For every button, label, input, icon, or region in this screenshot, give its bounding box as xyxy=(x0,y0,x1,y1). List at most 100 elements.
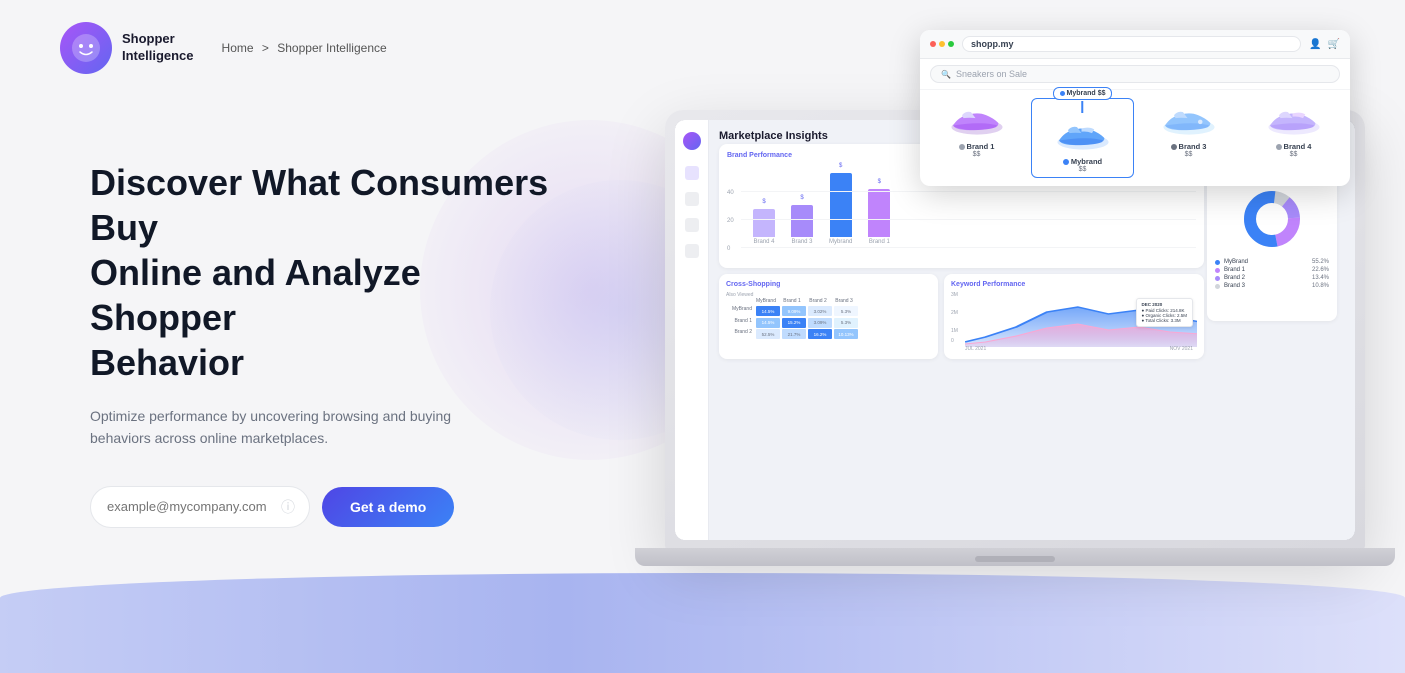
cross-hdr-brand3: Brand 3 xyxy=(832,298,856,304)
browser-search-row: 🔍 Sneakers on Sale xyxy=(920,59,1350,90)
callout-dot xyxy=(1060,91,1065,96)
ms-label-brand1: Brand 1 xyxy=(1224,267,1245,273)
search-icon: 🔍 xyxy=(941,70,951,79)
ms-legend: MyBrand 55.2% Brand 1 22.6% xyxy=(1215,259,1329,289)
cross-cell-b1-mb: 14.5% xyxy=(756,318,780,328)
user-icon: 👤 xyxy=(1309,39,1321,50)
browser-dot-close[interactable] xyxy=(930,41,936,47)
cross-header-row: MyBrand Brand 1 Brand 2 Brand 3 xyxy=(726,298,931,304)
kw-tooltip: DEC 2020 ● Paid Clicks: 214.8K ● Organic… xyxy=(1136,298,1193,327)
sidebar-settings-icon[interactable] xyxy=(685,244,699,258)
get-demo-button[interactable]: Get a demo xyxy=(322,487,454,527)
y-label-0: 0 xyxy=(727,246,730,252)
search-text: Sneakers on Sale xyxy=(956,69,1027,79)
browser-bar: shopp.my 👤 🛒 xyxy=(920,30,1350,59)
cross-lbl-brand1: Brand 1 xyxy=(726,318,752,328)
cross-row-mybrand: MyBrand 14.5% 9.09% 3.02% 5.3% xyxy=(726,306,931,316)
callout-price: $$ xyxy=(1098,90,1106,97)
cross-shopping-title: Cross-Shopping xyxy=(726,281,931,288)
product-card-mybrand: Mybrand $$ Mybrand $$ xyxy=(1031,98,1134,178)
product-label-mybrand: Mybrand xyxy=(1063,157,1102,166)
kw-tooltip-total: ● Total Clicks: 3.3M xyxy=(1142,318,1187,323)
product-dot-brand4 xyxy=(1276,144,1282,150)
cart-icon: 🛒 xyxy=(1328,39,1340,50)
hero-title-line3: Behavior xyxy=(90,342,244,383)
callout-line xyxy=(1082,101,1084,113)
bar-mybrand-label: Mybrand xyxy=(829,239,852,245)
cross-shopping-card: Cross-Shopping Also Viewed MyBrand Brand… xyxy=(719,274,938,359)
browser-dot-max[interactable] xyxy=(948,41,954,47)
bar-brand1-label: Brand 1 xyxy=(869,239,890,245)
grid-line-40 xyxy=(741,191,1196,192)
bar-brand1: $ Brand 1 xyxy=(868,179,890,245)
bar-brand3: $ Brand 3 xyxy=(791,195,813,245)
kw-y-0: 0 xyxy=(951,338,954,344)
product-price-brand1: $$ xyxy=(973,151,981,158)
kw-chart-area: 3M 2M 1M 0 xyxy=(951,292,1197,352)
browser-products: Brand 1 $$ Mybrand $$ Mybrand xyxy=(920,90,1350,186)
product-card-brand4: Brand 4 $$ xyxy=(1243,98,1344,162)
mybrand-callout: Mybrand $$ xyxy=(1053,87,1113,100)
bar-brand1-dollar: $ xyxy=(878,179,881,185)
y-label-40: 40 xyxy=(727,190,734,196)
grid-line-20 xyxy=(741,219,1196,220)
left-content: Discover What Consumers Buy Online and A… xyxy=(90,160,550,528)
cross-cell-b2-mb: 52.5% xyxy=(756,329,780,339)
product-name-brand3: Brand 3 xyxy=(1179,142,1207,151)
cross-hdr-brand2: Brand 2 xyxy=(806,298,830,304)
shoe-brand1 xyxy=(947,102,1007,138)
ms-label-brand2: Brand 2 xyxy=(1224,275,1245,281)
logo-icon xyxy=(60,22,112,74)
bar-brand1-rect xyxy=(868,189,890,237)
bar-brand4: $ Brand 4 xyxy=(753,199,775,245)
grid-line-0 xyxy=(741,247,1196,248)
product-dot-brand1 xyxy=(959,144,965,150)
bottom-cards: Cross-Shopping Also Viewed MyBrand Brand… xyxy=(719,274,1204,359)
ms-donut-wrap xyxy=(1215,187,1329,251)
logo-title-line2: Intelligence xyxy=(122,48,194,65)
breadcrumb-current: Shopper Intelligence xyxy=(277,41,386,55)
header: Shopper Intelligence Home > Shopper Inte… xyxy=(60,22,387,74)
bar-mybrand: $ Mybrand xyxy=(829,163,852,245)
product-label-brand1: Brand 1 xyxy=(959,142,995,151)
y-label-20: 20 xyxy=(727,218,734,224)
cross-row-brand2: Brand 2 52.5% 21.7% 16.2% 10.13% xyxy=(726,329,931,339)
kw-tooltip-date: DEC 2020 xyxy=(1142,302,1187,307)
bar-brand4-dollar: $ xyxy=(762,199,765,205)
product-card-brand1: Brand 1 $$ xyxy=(926,98,1027,162)
browser-dot-min[interactable] xyxy=(939,41,945,47)
shoe-brand3 xyxy=(1159,102,1219,138)
ms-legend-brand1: Brand 1 22.6% xyxy=(1215,267,1329,273)
keyword-perf-card: Keyword Performance 3M 2M 1M 0 xyxy=(944,274,1204,359)
product-label-brand4: Brand 4 xyxy=(1276,142,1312,151)
sidebar-table-icon[interactable] xyxy=(685,218,699,232)
cross-hdr-mybrand: MyBrand xyxy=(754,298,778,304)
info-icon: ⓘ xyxy=(281,497,295,517)
product-name-brand1: Brand 1 xyxy=(967,142,995,151)
sidebar-chart-icon[interactable] xyxy=(685,192,699,206)
ms-pct-brand1: 22.6% xyxy=(1312,267,1329,273)
email-input-wrap[interactable]: ⓘ xyxy=(90,486,310,528)
browser-url: shopp.my xyxy=(962,36,1301,52)
browser-search-inner[interactable]: 🔍 Sneakers on Sale xyxy=(930,65,1340,83)
bar-brand4-label: Brand 4 xyxy=(753,239,774,245)
ms-pct-brand2: 13.4% xyxy=(1312,275,1329,281)
hero-title-line1: Discover What Consumers Buy xyxy=(90,162,548,248)
email-input[interactable] xyxy=(107,499,277,514)
kw-y-1m: 1M xyxy=(951,328,958,334)
ms-pct-mybrand: 55.2% xyxy=(1312,259,1329,265)
sidebar-home-icon[interactable] xyxy=(685,166,699,180)
product-dot-brand3 xyxy=(1171,144,1177,150)
hero-title-line2: Online and Analyze Shopper xyxy=(90,252,421,338)
cross-cell-b1-b3: 5.3% xyxy=(834,318,858,328)
hero-subtitle: Optimize performance by uncovering brows… xyxy=(90,405,470,450)
bar-brand3-label: Brand 3 xyxy=(791,239,812,245)
shoe-mybrand xyxy=(1053,117,1113,153)
sidebar-logo-icon xyxy=(683,132,701,150)
cross-hdr-brand1: Brand 1 xyxy=(780,298,804,304)
cross-cell-b2-b1: 21.7% xyxy=(782,329,806,339)
ms-dot-mybrand xyxy=(1215,260,1220,265)
breadcrumb-home[interactable]: Home xyxy=(222,41,254,55)
market-share-card: Market Share xyxy=(1207,166,1337,321)
cross-cell-mb-b1: 9.09% xyxy=(782,306,806,316)
